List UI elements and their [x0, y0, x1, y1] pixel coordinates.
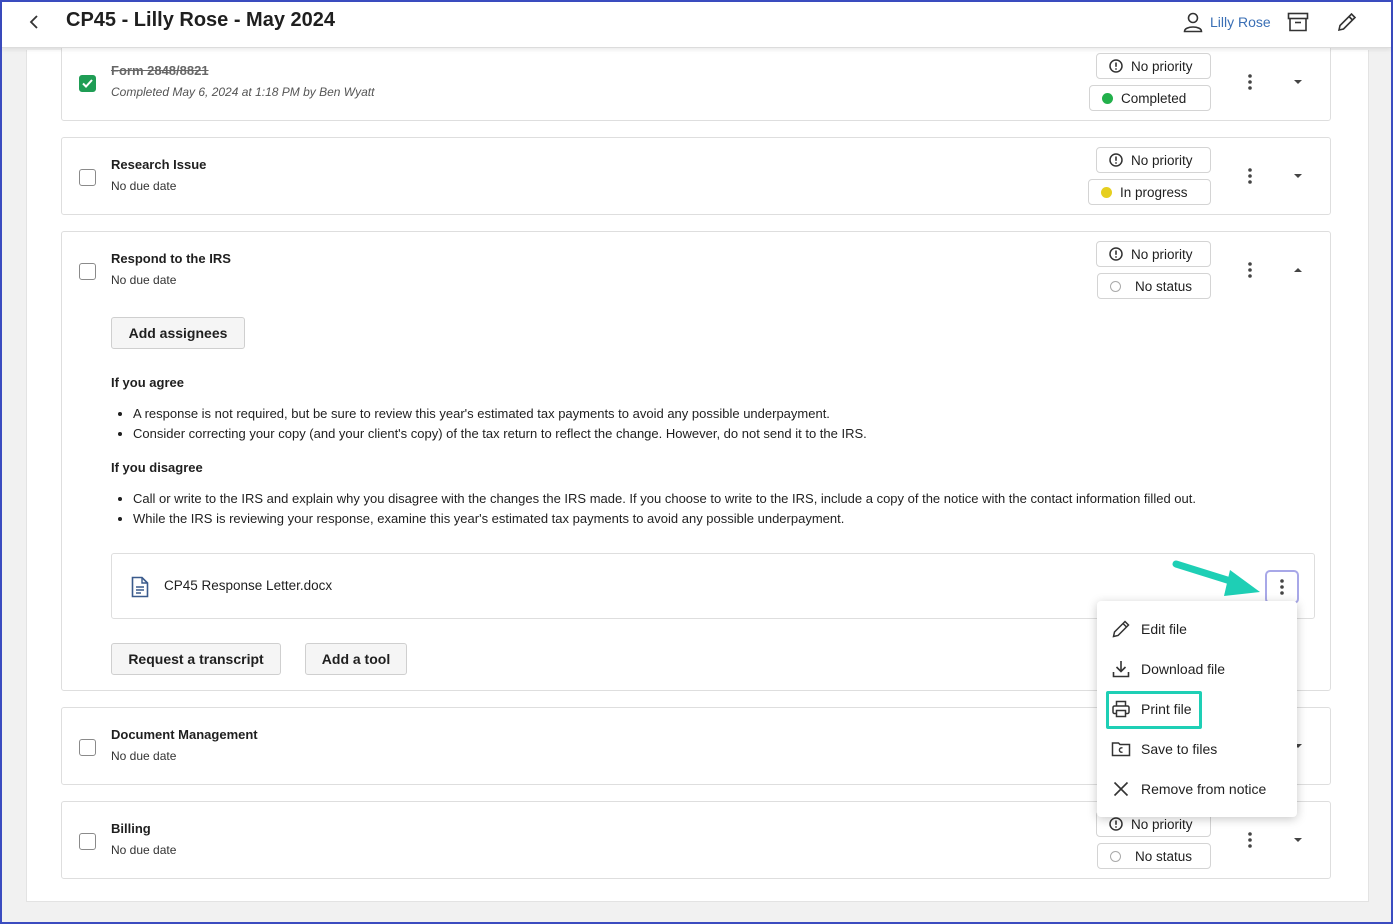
request-transcript-button[interactable]: Request a transcript	[111, 643, 281, 675]
annotation-arrow-icon	[1172, 560, 1260, 596]
task-more-options-icon[interactable]	[1240, 260, 1260, 280]
edit-pencil-icon[interactable]	[1336, 11, 1358, 33]
menu-item-label: Remove from notice	[1141, 781, 1267, 797]
printer-icon	[1111, 699, 1131, 719]
priority-alert-icon	[1109, 817, 1123, 831]
task-due-date: No due date	[111, 179, 177, 193]
list-item: A response is not required, but be sure …	[133, 404, 867, 424]
priority-label: No priority	[1131, 152, 1193, 168]
priority-label: No priority	[1131, 246, 1193, 262]
priority-selector[interactable]: No priority	[1096, 53, 1211, 79]
close-icon	[1111, 779, 1131, 799]
priority-label: No priority	[1131, 58, 1193, 74]
priority-selector[interactable]: No priority	[1096, 147, 1211, 173]
status-label: Completed	[1121, 90, 1187, 106]
file-name: CP45 Response Letter.docx	[164, 578, 333, 593]
back-chevron-icon[interactable]	[24, 12, 44, 32]
pencil-icon	[1111, 619, 1131, 639]
menu-item-label: Download file	[1141, 661, 1226, 677]
task-more-options-icon[interactable]	[1240, 830, 1260, 850]
status-label: No status	[1135, 848, 1193, 864]
status-label: No status	[1135, 278, 1193, 294]
task-checkbox[interactable]	[79, 169, 96, 186]
status-dot-icon	[1101, 186, 1112, 198]
task-due-date: No due date	[111, 749, 177, 763]
disagree-heading: If you disagree	[111, 460, 203, 475]
user-icon	[1183, 12, 1203, 33]
expand-caret-icon[interactable]	[1288, 72, 1308, 92]
task-title: Document Management	[111, 727, 258, 742]
task-more-options-icon[interactable]	[1240, 72, 1260, 92]
file-more-options-button[interactable]	[1265, 570, 1299, 604]
agree-bullet-list: A response is not required, but be sure …	[133, 404, 867, 444]
expand-caret-icon[interactable]	[1288, 166, 1308, 186]
task-title: Form 2848/8821	[111, 63, 209, 78]
status-dot-icon	[1102, 92, 1113, 104]
menu-item-print-file[interactable]: Print file	[1097, 691, 1297, 727]
expand-caret-icon[interactable]	[1288, 830, 1308, 850]
task-more-options-icon[interactable]	[1240, 166, 1260, 186]
status-selector[interactable]: In progress	[1088, 179, 1211, 205]
list-item: Call or write to the IRS and explain why…	[133, 489, 1196, 509]
status-selector[interactable]: Completed	[1089, 85, 1211, 111]
task-checkbox[interactable]	[79, 263, 96, 280]
task-checkbox[interactable]	[79, 833, 96, 850]
disagree-bullet-list: Call or write to the IRS and explain why…	[133, 489, 1196, 529]
priority-alert-icon	[1109, 153, 1123, 167]
task-title: Billing	[111, 821, 151, 836]
folder-icon	[1111, 739, 1131, 759]
menu-item-download-file[interactable]: Download file	[1097, 651, 1297, 687]
document-icon	[131, 576, 149, 598]
task-card-research-issue: Research Issue No due date No priority I…	[61, 137, 1331, 215]
status-selector[interactable]: No status	[1097, 273, 1211, 299]
agree-heading: If you agree	[111, 375, 184, 390]
status-empty-dot-icon	[1110, 280, 1121, 292]
menu-item-label: Save to files	[1141, 741, 1218, 757]
list-item: While the IRS is reviewing your response…	[133, 509, 1196, 529]
priority-label: No priority	[1131, 816, 1193, 832]
menu-item-label: Edit file	[1141, 621, 1187, 637]
priority-alert-icon	[1109, 247, 1123, 261]
top-bar: CP45 - Lilly Rose - May 2024 Lilly Rose	[2, 2, 1391, 48]
menu-item-remove-from-notice[interactable]: Remove from notice	[1097, 771, 1297, 807]
download-icon	[1111, 659, 1131, 679]
assigned-user-link[interactable]: Lilly Rose	[1182, 11, 1271, 33]
task-checkbox[interactable]	[79, 739, 96, 756]
task-due-date: No due date	[111, 843, 177, 857]
user-name: Lilly Rose	[1210, 14, 1271, 30]
status-label: In progress	[1120, 184, 1188, 200]
status-empty-dot-icon	[1110, 850, 1121, 862]
status-selector[interactable]: No status	[1097, 843, 1211, 869]
task-due-date: No due date	[111, 273, 177, 287]
task-checkbox[interactable]	[79, 75, 96, 92]
more-vertical-icon	[1280, 579, 1284, 595]
menu-item-save-to-files[interactable]: Save to files	[1097, 731, 1297, 767]
archive-icon[interactable]	[1287, 11, 1309, 33]
collapse-caret-icon[interactable]	[1288, 260, 1308, 280]
page-title: CP45 - Lilly Rose - May 2024	[66, 9, 336, 31]
menu-item-edit-file[interactable]: Edit file	[1097, 611, 1297, 647]
task-completed-info: Completed May 6, 2024 at 1:18 PM by Ben …	[111, 85, 375, 99]
add-tool-button[interactable]: Add a tool	[305, 643, 407, 675]
add-assignees-button[interactable]: Add assignees	[111, 317, 245, 349]
menu-item-label: Print file	[1141, 701, 1192, 717]
task-title: Research Issue	[111, 157, 207, 172]
file-options-menu: Edit file Download file Print file Save …	[1097, 601, 1297, 817]
list-item: Consider correcting your copy (and your …	[133, 424, 867, 444]
priority-selector[interactable]: No priority	[1096, 241, 1211, 267]
task-title: Respond to the IRS	[111, 251, 231, 266]
priority-alert-icon	[1109, 59, 1123, 73]
